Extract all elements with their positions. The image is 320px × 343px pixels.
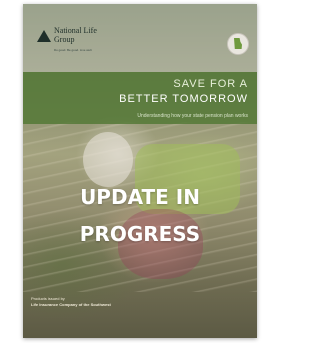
headline-line2: BETTER TOMORROW xyxy=(119,93,248,105)
state-badge xyxy=(227,33,249,55)
update-overlay-line1: UPDATE IN xyxy=(80,185,200,209)
logo-tagline: Do good. Be good. Live well. xyxy=(54,48,93,52)
footer-company: Life Insurance Company of the Southwest xyxy=(31,302,111,307)
brochure-cover: National Life Group Do good. Be good. Li… xyxy=(23,4,257,338)
headline-line1: SAVE FOR A xyxy=(173,78,248,90)
logo-name-line1: National Life xyxy=(54,26,97,35)
headline-subtitle: Understanding how your state pension pla… xyxy=(137,113,248,119)
triangle-logo-icon xyxy=(37,30,51,42)
grandmother-shape xyxy=(83,132,133,187)
logo-name-line2: Group xyxy=(54,35,75,44)
state-map-icon xyxy=(234,38,242,49)
footer-issued-by: Products issued by xyxy=(31,296,65,301)
company-logo: National Life Group Do good. Be good. Li… xyxy=(37,26,97,55)
update-overlay-line2: PROGRESS xyxy=(79,222,201,246)
footer-issuer: Products issued by Life Insurance Compan… xyxy=(31,296,111,308)
